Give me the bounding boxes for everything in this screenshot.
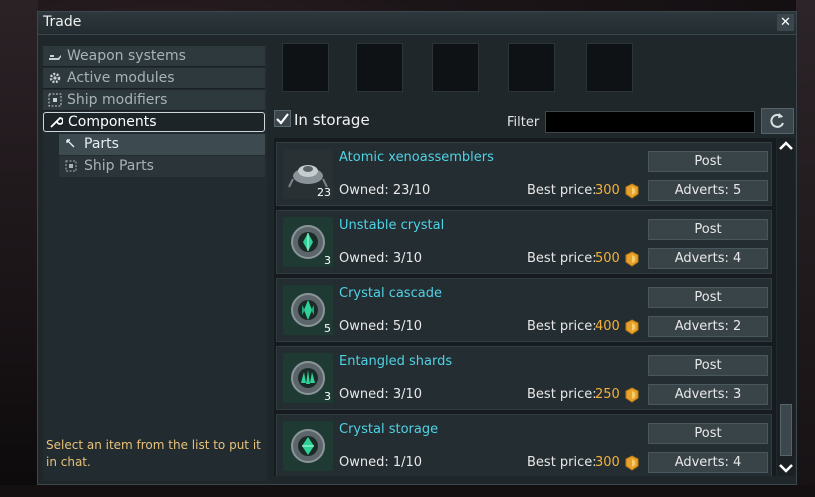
list-item[interactable]: 3 Entangled shards Owned: 3/10 Best pric… [276,346,772,410]
category-components[interactable]: Components [43,112,265,132]
best-price-value: 300 [595,455,620,470]
weapon-icon [49,55,61,60]
item-owned: Owned: 3/10 [339,387,423,402]
scroll-down-icon[interactable] [777,460,795,476]
list-item[interactable]: 5 Crystal cascade Owned: 5/10 Best price… [276,278,772,342]
currency-icon [625,319,639,335]
background-right [796,0,815,497]
item-slot[interactable] [282,43,329,92]
best-price-label: Best price: [527,319,597,334]
item-thumbnail: 5 [283,285,333,335]
item-owned: Owned: 23/10 [339,183,431,198]
best-price-value: 250 [595,387,620,402]
crystal-storage-icon [283,421,333,471]
category-active-modules[interactable]: Active modules [43,68,265,89]
item-name[interactable]: Crystal storage [339,422,438,437]
item-owned: Owned: 3/10 [339,251,423,266]
wrench-icon [50,117,63,128]
post-button[interactable]: Post [648,355,768,376]
category-ship-modifiers[interactable]: Ship modifiers [43,90,265,111]
window-title: Trade [43,14,82,30]
in-storage-label: In storage [294,111,370,129]
filter-input[interactable] [545,111,755,133]
item-owned: Owned: 1/10 [339,455,423,470]
item-slot[interactable] [432,43,479,92]
subcategory-ship-parts[interactable]: Ship Parts [59,156,265,177]
checkmark-icon [276,113,289,125]
pointer-icon [66,139,75,148]
adverts-button[interactable]: Adverts: 2 [648,316,768,337]
category-label: Active modules [67,70,175,86]
item-quantity: 3 [324,254,331,267]
best-price-label: Best price: [527,251,597,266]
scroll-up-icon[interactable] [777,138,795,154]
item-quantity: 3 [324,390,331,403]
post-button[interactable]: Post [648,151,768,172]
category-label: Weapon systems [67,48,186,64]
item-name[interactable]: Crystal cascade [339,286,442,301]
gear-icon [49,72,61,84]
item-thumbnail [283,421,333,471]
adverts-button[interactable]: Adverts: 4 [648,452,768,473]
adverts-button[interactable]: Adverts: 5 [648,180,768,201]
post-button[interactable]: Post [648,219,768,240]
best-price-label: Best price: [527,183,597,198]
category-label: Components [68,114,157,130]
item-quantity: 23 [317,186,331,199]
refresh-icon [770,113,784,128]
chat-hint: Select an item from the list to put it i… [46,438,261,469]
best-price-value: 500 [595,251,620,266]
currency-icon [625,455,639,471]
currency-icon [625,183,639,199]
best-price-value: 400 [595,319,620,334]
item-slot[interactable] [356,43,403,92]
category-sidebar: Weapon systems Active modules Ship modif… [43,46,267,481]
item-quantity: 5 [324,322,331,335]
best-price-label: Best price: [527,455,597,470]
currency-icon [625,387,639,403]
close-button[interactable]: ✕ [777,14,794,31]
background-left [0,0,38,497]
modifier-icon [48,93,62,107]
scroll-thumb[interactable] [780,404,792,456]
adverts-button[interactable]: Adverts: 3 [648,384,768,405]
list-item[interactable]: 23 Atomic xenoassemblers Owned: 23/10 Be… [276,142,772,206]
best-price-label: Best price: [527,387,597,402]
item-name[interactable]: Entangled shards [339,354,452,369]
subcategory-parts[interactable]: Parts [59,134,265,155]
post-button[interactable]: Post [648,423,768,444]
adverts-button[interactable]: Adverts: 4 [648,248,768,269]
category-weapon-systems[interactable]: Weapon systems [43,46,265,67]
item-name[interactable]: Unstable crystal [339,218,444,233]
best-price-value: 300 [595,183,620,198]
currency-icon [625,251,639,267]
item-slot[interactable] [586,43,633,92]
item-thumbnail: 3 [283,217,333,267]
refresh-button[interactable] [761,108,794,134]
subcategory-label: Ship Parts [84,158,154,174]
item-list: 23 Atomic xenoassemblers Owned: 23/10 Be… [274,138,776,476]
list-scrollbar[interactable] [777,138,795,476]
titlebar[interactable]: Trade ✕ [38,12,796,35]
in-storage-checkbox[interactable] [274,110,291,127]
item-thumbnail: 3 [283,353,333,403]
item-thumbnail: 23 [283,149,333,199]
category-label: Ship modifiers [67,92,168,108]
list-item[interactable]: 3 Unstable crystal Owned: 3/10 Best pric… [276,210,772,274]
list-item[interactable]: Crystal storage Owned: 1/10 Best price: … [276,414,772,476]
item-slot[interactable] [508,43,555,92]
background-bottom [0,485,815,497]
subcategory-label: Parts [84,136,119,152]
item-name[interactable]: Atomic xenoassemblers [339,150,494,165]
filter-label: Filter [507,115,540,130]
trade-window: Trade ✕ Weapon systems Active modules Sh… [37,11,797,485]
item-owned: Owned: 5/10 [339,319,423,334]
post-button[interactable]: Post [648,287,768,308]
modifier-icon [65,160,77,172]
